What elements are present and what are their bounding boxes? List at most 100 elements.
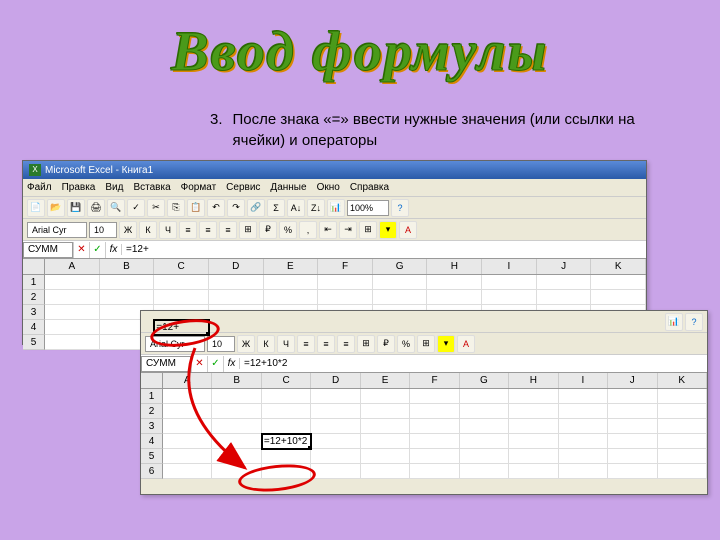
row-5[interactable]: 5 [141,449,163,464]
menu-tools[interactable]: Сервис [226,182,260,193]
col-a[interactable]: A [45,259,100,274]
link-button[interactable]: 🔗 [247,199,265,217]
name-box[interactable]: СУММ [141,356,191,372]
name-box[interactable]: СУММ [23,242,73,258]
chart-button[interactable]: 📊 [327,199,345,217]
col-b[interactable]: B [212,373,261,388]
open-button[interactable]: 📂 [47,199,65,217]
align-center-button[interactable]: ≡ [199,221,217,239]
indent-dec-button[interactable]: ⇤ [319,221,337,239]
sum-button[interactable]: Σ [267,199,285,217]
font-name-box[interactable]: Arial Cyr [27,222,87,238]
print-button[interactable]: 🖨 [87,199,105,217]
active-cell-c4[interactable]: =12+10*2 [262,434,311,449]
col-h[interactable]: H [427,259,482,274]
zoom-box[interactable]: 100% [347,200,389,216]
bold-button[interactable]: Ж [119,221,137,239]
col-g[interactable]: G [373,259,428,274]
borders-button[interactable]: ⊞ [359,221,377,239]
currency-button[interactable]: ₽ [377,335,395,353]
col-i[interactable]: I [559,373,608,388]
fill-color-button[interactable]: ▾ [437,335,455,353]
comma-button[interactable]: , [299,221,317,239]
row-2[interactable]: 2 [141,404,163,419]
undo-button[interactable]: ↶ [207,199,225,217]
col-c[interactable]: C [262,373,311,388]
align-left-button[interactable]: ≡ [179,221,197,239]
formula-input[interactable]: =12+ [121,244,646,255]
font-name-box[interactable]: Arial Cyr [145,336,205,352]
menu-insert[interactable]: Вставка [133,182,170,193]
col-e[interactable]: E [264,259,319,274]
underline-button[interactable]: Ч [277,335,295,353]
confirm-icon[interactable]: ✓ [207,356,223,372]
menu-format[interactable]: Формат [181,182,217,193]
row-4[interactable]: 4 [141,434,163,449]
col-e[interactable]: E [361,373,410,388]
align-right-button[interactable]: ≡ [337,335,355,353]
col-k[interactable]: K [658,373,707,388]
menu-data[interactable]: Данные [270,182,306,193]
preview-button[interactable]: 🔍 [107,199,125,217]
chart-button[interactable]: 📊 [665,313,683,331]
copy-button[interactable]: ⎘ [167,199,185,217]
col-a[interactable]: A [163,373,212,388]
row-1[interactable]: 1 [141,389,163,404]
borders-button[interactable]: ⊞ [417,335,435,353]
sort-desc-button[interactable]: Z↓ [307,199,325,217]
fx-icon[interactable]: fx [105,242,121,258]
row-1[interactable]: 1 [23,275,45,290]
paste-button[interactable]: 📋 [187,199,205,217]
align-right-button[interactable]: ≡ [219,221,237,239]
font-color-button[interactable]: A [399,221,417,239]
col-i[interactable]: I [482,259,537,274]
percent-button[interactable]: % [397,335,415,353]
cut-button[interactable]: ✂ [147,199,165,217]
row-3[interactable]: 3 [23,305,45,320]
currency-button[interactable]: ₽ [259,221,277,239]
underline-button[interactable]: Ч [159,221,177,239]
col-j[interactable]: J [537,259,592,274]
indent-inc-button[interactable]: ⇥ [339,221,357,239]
fx-icon[interactable]: fx [223,356,239,372]
menu-window[interactable]: Окно [317,182,340,193]
select-all-corner[interactable] [141,373,163,388]
menu-help[interactable]: Справка [350,182,389,193]
fill-color-button[interactable]: ▾ [379,221,397,239]
italic-button[interactable]: К [257,335,275,353]
col-c[interactable]: C [154,259,209,274]
row-5[interactable]: 5 [23,335,45,350]
cancel-icon[interactable]: ✕ [73,242,89,258]
row-2[interactable]: 2 [23,290,45,305]
bold-button[interactable]: Ж [237,335,255,353]
formula-input[interactable]: =12+10*2 [239,358,707,369]
col-k[interactable]: K [591,259,646,274]
new-button[interactable]: 📄 [27,199,45,217]
menu-edit[interactable]: Правка [62,182,96,193]
merge-button[interactable]: ⊞ [239,221,257,239]
col-b[interactable]: B [100,259,155,274]
help-button[interactable]: ? [391,199,409,217]
percent-button[interactable]: % [279,221,297,239]
menu-view[interactable]: Вид [105,182,123,193]
italic-button[interactable]: К [139,221,157,239]
merge-button[interactable]: ⊞ [357,335,375,353]
col-h[interactable]: H [509,373,558,388]
redo-button[interactable]: ↷ [227,199,245,217]
active-cell-c4[interactable]: =12+ [154,320,209,335]
col-j[interactable]: J [608,373,657,388]
cancel-icon[interactable]: ✕ [191,356,207,372]
col-d[interactable]: D [209,259,264,274]
row-3[interactable]: 3 [141,419,163,434]
font-size-box[interactable]: 10 [89,222,117,238]
help-button[interactable]: ? [685,313,703,331]
spell-button[interactable]: ✓ [127,199,145,217]
col-f[interactable]: F [318,259,373,274]
row-4[interactable]: 4 [23,320,45,335]
col-d[interactable]: D [311,373,360,388]
select-all-corner[interactable] [23,259,45,274]
save-button[interactable]: 💾 [67,199,85,217]
font-size-box[interactable]: 10 [207,336,235,352]
align-center-button[interactable]: ≡ [317,335,335,353]
row-6[interactable]: 6 [141,464,163,479]
